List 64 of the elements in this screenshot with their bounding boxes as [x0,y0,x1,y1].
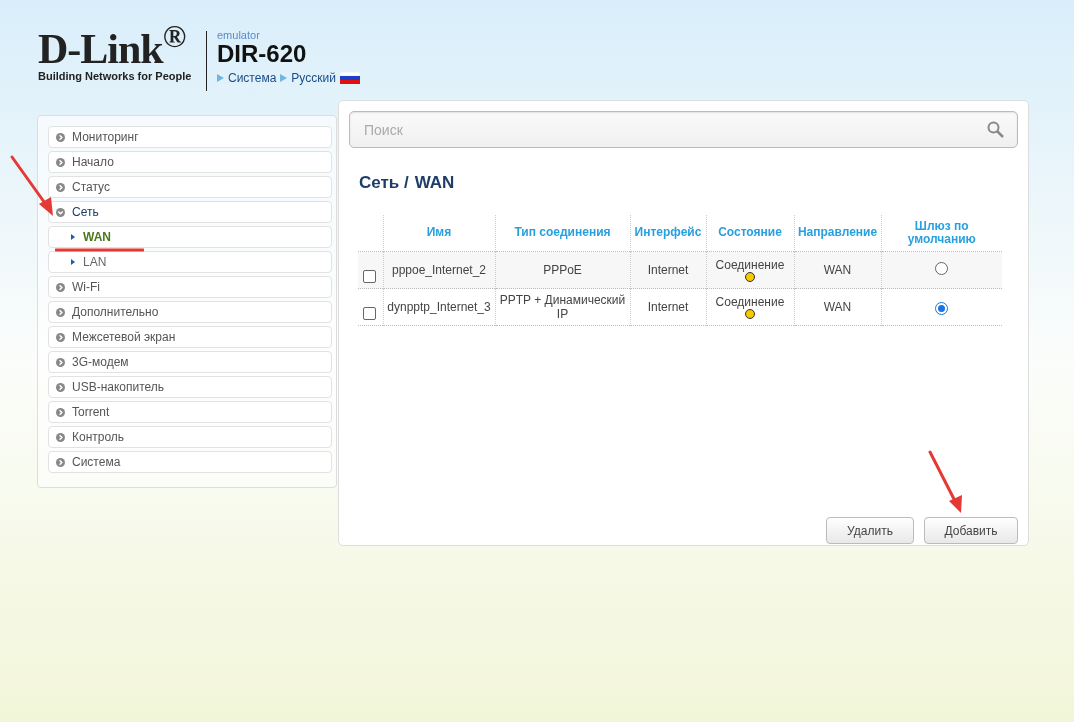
menu-item[interactable]: Межсетевой экран [48,326,332,348]
chevron-right-icon [56,132,65,142]
chevron-down-icon [56,207,65,217]
menu-item[interactable]: USB-накопитель [48,376,332,398]
flag-icon [339,72,360,84]
triangle-icon [217,74,224,82]
chevron-right-icon [56,432,65,442]
menu-item[interactable]: Wi-Fi [48,276,332,298]
submenu-item[interactable]: WAN [48,226,332,248]
menu-item[interactable]: Начало [48,151,332,173]
triangle-icon [280,74,288,82]
menu-item[interactable]: Torrent [48,401,332,423]
direction-cell: WAN [823,300,852,314]
search-field[interactable]: Поиск [349,111,1018,148]
search-icon[interactable] [987,121,1004,138]
chevron-right-icon [56,282,65,292]
language-link[interactable]: Русский [291,69,336,87]
chevron-right-icon [56,407,65,417]
menu-item[interactable]: Дополнительно [48,301,332,323]
add-button[interactable]: Добавить [924,517,1018,544]
menu-item[interactable]: Сеть [48,201,332,223]
chevron-icon [71,259,75,265]
column-header: Шлюз по умолчанию [907,218,976,246]
interface-cell: Internet [647,300,689,314]
menu-item[interactable]: Статус [48,176,332,198]
model-name: DIR-620 [217,41,308,67]
chevron-right-icon [56,457,65,467]
logo-text: D-Link$^{®}$ [38,25,187,72]
direction-cell: WAN [823,263,852,277]
chevron-right-icon [56,182,65,192]
menu-item[interactable]: Контроль [48,426,332,448]
chevron-right-icon [56,357,65,367]
row-checkbox[interactable] [363,270,376,283]
menu-item[interactable]: Система [48,451,332,473]
chevron-right-icon [56,307,65,317]
name-cell: dynpptp_Internet_3 [387,300,491,314]
breadcrumb-parent[interactable]: Сеть / [359,170,409,196]
column-header: Имя [426,225,452,240]
column-header: Тип соединения [514,225,611,240]
default-gateway-radio[interactable] [935,302,949,315]
chevron-right-icon [56,332,65,342]
menu-item[interactable]: Мониторинг [48,126,332,148]
column-header: Интерфейс [634,225,702,240]
state-cell: Соединение [715,295,785,309]
type-cell: PPTP + Динамический IP [499,293,626,321]
annotation-arrow [927,449,965,515]
emulator-label: emulator [217,29,261,41]
interface-cell: Internet [647,263,689,277]
state-cell: Соединение [715,258,785,272]
delete-button[interactable]: Удалить [826,517,914,544]
chevron-right-icon [56,157,65,167]
system-link[interactable]: Система [228,69,277,87]
chevron-right-icon [56,382,65,392]
default-gateway-radio[interactable] [935,262,949,275]
column-header: Состояние [718,225,782,240]
chevron-icon [71,234,75,240]
tagline: Building Networks for People [38,69,192,83]
column-header: Направление [797,225,878,240]
menu-item[interactable]: 3G-модем [48,351,332,373]
row-checkbox[interactable] [363,307,376,320]
submenu-item[interactable]: LAN [48,251,332,273]
name-cell: pppoe_Internet_2 [391,263,487,277]
page-title: WAN [414,172,455,194]
type-cell: PPPoE [543,263,582,277]
